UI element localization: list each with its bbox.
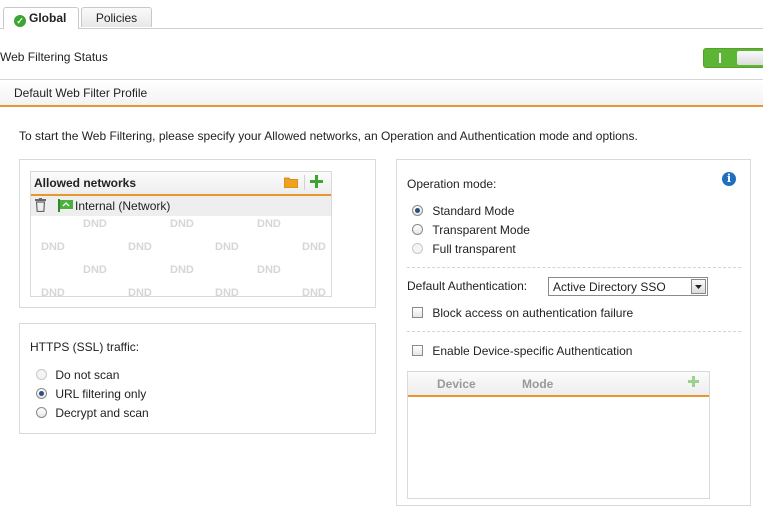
operation-option-transparent[interactable]: Transparent Mode [412, 223, 530, 237]
dnd-placeholder: DND [302, 287, 326, 297]
dnd-placeholder: DND [83, 218, 107, 230]
dnd-placeholder: DND [215, 287, 239, 297]
dnd-placeholder: DND [170, 264, 194, 276]
operation-option-label: Full transparent [432, 242, 516, 256]
info-icon[interactable]: i [722, 172, 736, 186]
allowed-networks-list: Allowed networks Internal (Network) DND D… [30, 171, 332, 297]
dnd-placeholder: DND [128, 287, 152, 297]
device-table: Device Mode [407, 371, 710, 499]
operation-option-label: Standard Mode [432, 204, 515, 218]
radio-icon[interactable] [412, 224, 423, 235]
https-option-label: Do not scan [55, 368, 120, 382]
dnd-placeholder: DND [215, 241, 239, 253]
dnd-placeholder: DND [170, 218, 194, 230]
web-filtering-status-label: Web Filtering Status [0, 50, 108, 64]
column-header-mode: Mode [522, 377, 554, 391]
device-auth-label: Enable Device-specific Authentication [432, 344, 633, 358]
default-auth-select[interactable]: Active Directory SSO [548, 277, 708, 296]
operation-option-full-transparent[interactable]: Full transparent [412, 242, 516, 256]
block-access-option[interactable]: Block access on authentication failure [412, 306, 633, 320]
device-table-header: Device Mode [408, 372, 709, 397]
radio-icon[interactable] [412, 243, 423, 254]
add-device-icon[interactable] [688, 376, 699, 387]
profile-title: Default Web Filter Profile [14, 86, 148, 100]
list-item[interactable]: Internal (Network) [31, 196, 331, 216]
dnd-placeholder: DND [257, 264, 281, 276]
dnd-placeholder: DND [257, 218, 281, 230]
check-icon: ✓ [14, 15, 26, 27]
device-auth-checkbox[interactable] [412, 345, 423, 356]
radio-icon[interactable] [36, 369, 47, 380]
operation-title: Operation mode: [407, 177, 497, 191]
web-filtering-status-toggle[interactable] [703, 48, 763, 68]
trash-icon[interactable] [35, 198, 46, 213]
block-access-checkbox[interactable] [412, 307, 423, 318]
https-option-label: Decrypt and scan [55, 406, 149, 420]
allowed-networks-header: Allowed networks [31, 172, 331, 196]
default-auth-value: Active Directory SSO [553, 280, 666, 294]
tab-policies[interactable]: Policies [81, 7, 152, 27]
tab-global-label: Global [29, 11, 67, 25]
folder-icon[interactable] [283, 177, 299, 189]
operation-option-label: Transparent Mode [432, 223, 530, 237]
dnd-placeholder: DND [128, 241, 152, 253]
divider [407, 267, 741, 268]
dnd-placeholder: DND [41, 241, 65, 253]
https-option-label: URL filtering only [55, 387, 147, 401]
tab-policies-label: Policies [95, 11, 138, 25]
network-icon [58, 199, 73, 212]
default-auth-label: Default Authentication: [407, 279, 528, 293]
toggle-knob [737, 51, 763, 65]
toggle-on-marker [719, 53, 721, 63]
drop-area[interactable]: DND DND DND DND DND DND DND DND DND DND DND DND DND D… [31, 216, 331, 297]
https-title: HTTPS (SSL) traffic: [30, 340, 140, 354]
https-option-decrypt[interactable]: Decrypt and scan [36, 406, 149, 420]
intro-text: To start the Web Filtering, please speci… [19, 129, 638, 143]
operation-option-standard[interactable]: Standard Mode [412, 204, 514, 218]
tab-global[interactable]: ✓ Global [3, 7, 79, 29]
profile-header[interactable]: Default Web Filter Profile [0, 79, 763, 107]
header-divider [304, 175, 305, 190]
radio-icon[interactable] [412, 205, 423, 216]
operation-panel: Operation mode: i Standard Mode Transpar… [396, 159, 751, 506]
allowed-networks-title: Allowed networks [34, 176, 137, 190]
add-network-icon[interactable] [310, 175, 323, 188]
block-access-label: Block access on authentication failure [432, 306, 634, 320]
divider [407, 331, 741, 332]
chevron-down-icon[interactable] [691, 279, 706, 294]
https-option-url-filtering[interactable]: URL filtering only [36, 387, 146, 401]
dnd-placeholder: DND [302, 241, 326, 253]
radio-icon[interactable] [36, 388, 47, 399]
dnd-placeholder: DND [83, 264, 107, 276]
dnd-placeholder: DND [41, 287, 65, 297]
https-panel: HTTPS (SSL) traffic: Do not scan URL fil… [19, 323, 376, 434]
network-name: Internal (Network) [75, 199, 171, 213]
device-auth-option[interactable]: Enable Device-specific Authentication [412, 344, 632, 358]
column-header-device: Device [437, 377, 476, 391]
radio-icon[interactable] [36, 407, 47, 418]
https-option-do-not-scan[interactable]: Do not scan [36, 368, 119, 382]
